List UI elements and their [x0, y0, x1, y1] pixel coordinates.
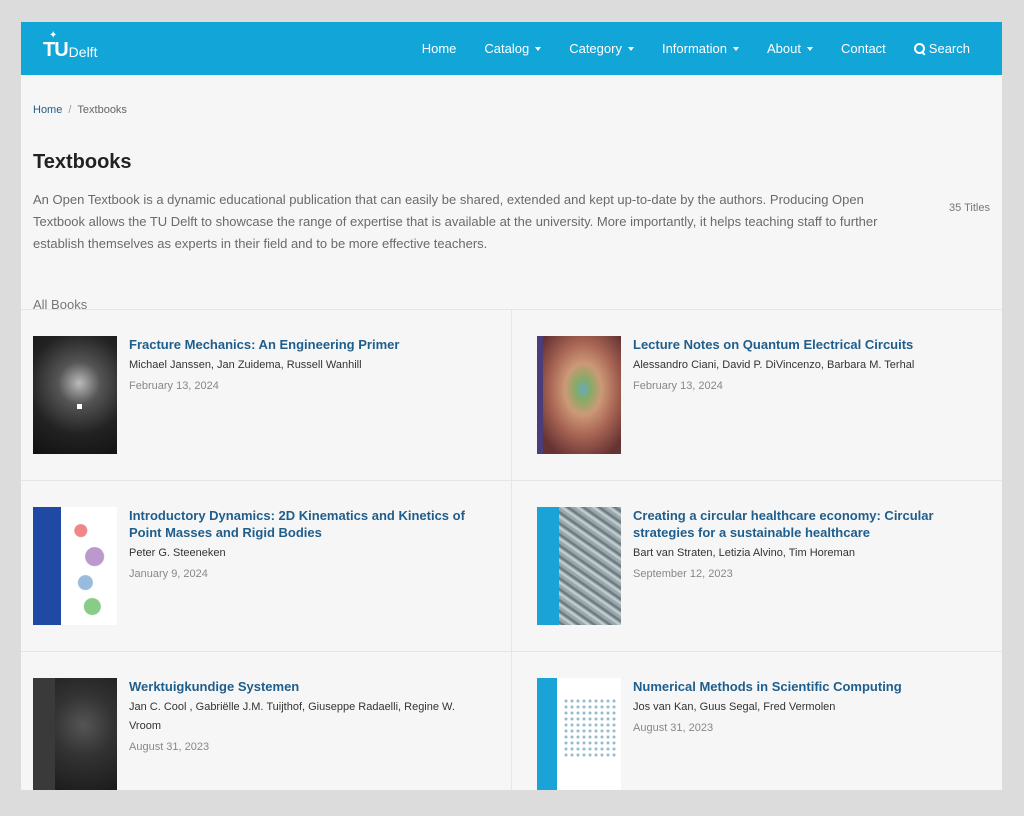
book-title-link[interactable]: Introductory Dynamics: 2D Kinematics and… — [129, 507, 469, 541]
search-icon — [913, 42, 926, 55]
book-card: Werktuigkundige Systemen Jan C. Cool , G… — [21, 651, 511, 790]
book-date: February 13, 2024 — [129, 380, 219, 392]
book-grid: Fracture Mechanics: An Engineering Prime… — [21, 309, 1002, 790]
book-date: August 31, 2023 — [633, 722, 714, 734]
book-info: Werktuigkundige Systemen Jan C. Cool , G… — [129, 678, 469, 790]
page-frame: ✦ TU Delft Home Catalog Category Informa… — [21, 22, 1002, 790]
book-authors: Bart van Straten, Letizia Alvino, Tim Ho… — [633, 547, 855, 559]
nav-label: Category — [569, 41, 622, 56]
nav-label: Catalog — [484, 41, 530, 56]
nav-information[interactable]: Information — [648, 41, 753, 56]
book-card: Creating a circular healthcare economy: … — [511, 480, 1002, 651]
breadcrumb-current: Textbooks — [77, 104, 127, 116]
nav-home[interactable]: Home — [408, 41, 471, 56]
book-card: Fracture Mechanics: An Engineering Prime… — [21, 309, 511, 480]
book-date: August 31, 2023 — [129, 741, 210, 753]
nav-label: Information — [661, 41, 727, 56]
book-cover[interactable] — [537, 336, 621, 454]
nav-label: Home — [421, 41, 457, 56]
caret-down-icon — [627, 47, 634, 51]
caret-down-icon — [806, 47, 813, 51]
logo-delft: Delft — [68, 44, 98, 60]
book-cover[interactable] — [33, 336, 117, 454]
book-title-link[interactable]: Fracture Mechanics: An Engineering Prime… — [129, 336, 469, 353]
tu-delft-logo[interactable]: ✦ TU Delft — [43, 30, 98, 62]
book-info: Fracture Mechanics: An Engineering Prime… — [129, 336, 469, 480]
book-card: Numerical Methods in Scientific Computin… — [511, 651, 1002, 790]
book-title-link[interactable]: Werktuigkundige Systemen — [129, 678, 469, 695]
book-title-link[interactable]: Creating a circular healthcare economy: … — [633, 507, 953, 541]
nav-label: About — [767, 41, 801, 56]
nav-contact[interactable]: Contact — [827, 41, 900, 56]
flame-icon: ✦ — [49, 30, 58, 41]
book-cover[interactable] — [537, 507, 621, 625]
search-button[interactable]: Search — [900, 41, 970, 56]
book-cover[interactable] — [537, 678, 621, 790]
breadcrumb-home[interactable]: Home — [33, 104, 62, 116]
cover-art — [67, 515, 113, 619]
intro-row: An Open Textbook is a dynamic educationa… — [33, 189, 1002, 255]
book-title-link[interactable]: Numerical Methods in Scientific Computin… — [633, 678, 953, 695]
main-nav: Home Catalog Category Information About … — [408, 41, 970, 56]
breadcrumb-separator: / — [68, 104, 72, 116]
book-title-link[interactable]: Lecture Notes on Quantum Electrical Circ… — [633, 336, 953, 353]
nav-label: Contact — [840, 41, 886, 56]
page-title: Textbooks — [33, 151, 132, 173]
nav-catalog[interactable]: Catalog — [470, 41, 555, 56]
caret-down-icon — [733, 47, 739, 51]
book-cover[interactable] — [33, 507, 117, 625]
book-authors: Alessandro Ciani, David P. DiVincenzo, B… — [633, 359, 915, 371]
caret-down-icon — [535, 47, 542, 51]
book-date: February 13, 2024 — [633, 380, 723, 392]
book-authors: Peter G. Steeneken — [129, 547, 226, 559]
book-info: Creating a circular healthcare economy: … — [633, 507, 953, 651]
book-authors: Jos van Kan, Guus Segal, Fred Vermolen — [633, 701, 836, 713]
nav-about[interactable]: About — [753, 41, 827, 56]
navbar: ✦ TU Delft Home Catalog Category Informa… — [21, 22, 1002, 75]
search-label: Search — [928, 41, 970, 56]
book-card: Introductory Dynamics: 2D Kinematics and… — [21, 480, 511, 651]
intro-text: An Open Textbook is a dynamic educationa… — [33, 192, 878, 251]
book-date: January 9, 2024 — [129, 568, 208, 580]
breadcrumb: Home / Textbooks — [33, 104, 1002, 116]
book-info: Numerical Methods in Scientific Computin… — [633, 678, 953, 790]
book-authors: Jan C. Cool , Gabriëlle J.M. Tuijthof, G… — [129, 701, 455, 732]
cover-art — [563, 698, 617, 758]
book-cover[interactable] — [33, 678, 117, 790]
book-authors: Michael Janssen, Jan Zuidema, Russell Wa… — [129, 359, 362, 371]
book-date: September 12, 2023 — [633, 568, 733, 580]
titles-count: 35 Titles — [949, 202, 990, 214]
book-card: Lecture Notes on Quantum Electrical Circ… — [511, 309, 1002, 480]
logo-tu: TU — [43, 39, 69, 61]
book-info: Lecture Notes on Quantum Electrical Circ… — [633, 336, 953, 480]
book-info: Introductory Dynamics: 2D Kinematics and… — [129, 507, 469, 651]
nav-category[interactable]: Category — [555, 41, 648, 56]
